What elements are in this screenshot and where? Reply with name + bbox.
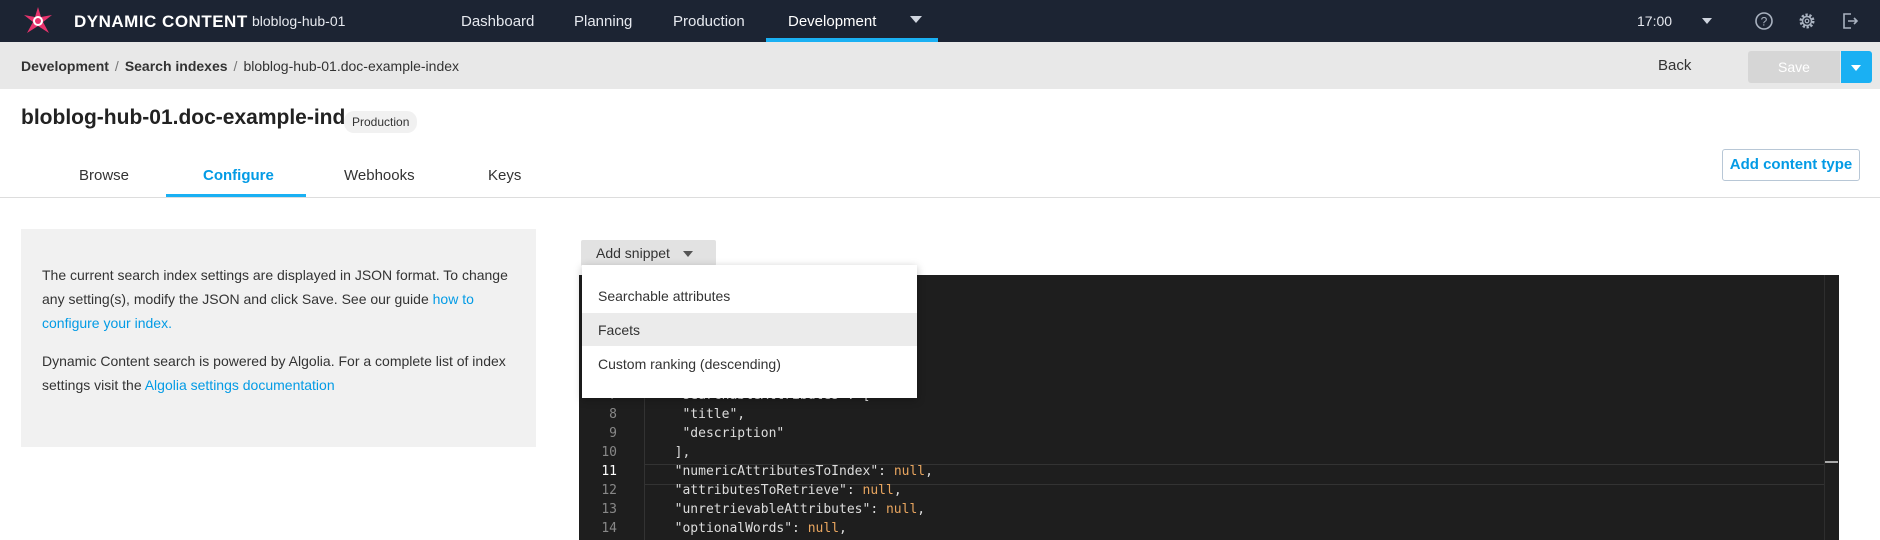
tab-keys[interactable]: Keys (488, 167, 521, 184)
line-number: 8 (609, 407, 617, 422)
code-line[interactable]: "optionalWords": null, (659, 521, 847, 536)
info-paragraph-json: The current search index settings are di… (42, 263, 512, 335)
tab-browse[interactable]: Browse (79, 167, 129, 184)
line-number: 11 (601, 464, 617, 479)
save-options-chevron-down-icon[interactable] (1841, 51, 1872, 83)
page-title: bloblog-hub-01.doc-example-index (21, 106, 369, 129)
nav-planning[interactable]: Planning (574, 13, 632, 30)
svg-text:?: ? (1761, 15, 1768, 29)
code-line[interactable]: "description" (659, 426, 784, 441)
time-chevron-down-icon[interactable] (1702, 18, 1712, 24)
breadcrumb-separator: / (114, 58, 119, 74)
code-line[interactable]: "unretrievableAttributes": null, (659, 502, 925, 517)
line-number: 14 (601, 521, 617, 536)
nav-dashboard[interactable]: Dashboard (461, 13, 534, 30)
line-number: 12 (601, 483, 617, 498)
save-button[interactable]: Save (1748, 51, 1840, 83)
breadcrumb-current: bloblog-hub-01.doc-example-index (243, 58, 460, 74)
nav-more-chevron-down-icon[interactable] (910, 16, 922, 23)
tab-bar: Browse Configure Webhooks Keys (0, 153, 1880, 198)
algolia-docs-link[interactable]: Algolia settings documentation (145, 377, 335, 393)
info-paragraph-algolia: Dynamic Content search is powered by Alg… (42, 349, 512, 397)
top-bar: DYNAMIC CONTENT bloblog-hub-01 Dashboard… (0, 0, 1880, 42)
help-icon[interactable]: ? (1754, 11, 1774, 31)
menu-item-label: Custom ranking (descending) (598, 356, 781, 372)
add-snippet-button[interactable]: Add snippet (581, 240, 716, 266)
dynamic-content-logo-icon[interactable] (22, 5, 54, 37)
breadcrumb-separator: / (233, 58, 238, 74)
tab-webhooks[interactable]: Webhooks (344, 167, 415, 184)
breadcrumb-search-indexes[interactable]: Search indexes (125, 58, 228, 74)
breadcrumb: Development / Search indexes / bloblog-hub-0… (21, 58, 459, 74)
info-panel: The current search index settings are di… (21, 229, 536, 447)
tab-configure[interactable]: Configure (166, 153, 306, 197)
snippet-dropdown-menu: Searchable attributes Facets Custom rank… (582, 265, 917, 398)
breadcrumb-development[interactable]: Development (21, 58, 109, 74)
editor-scrollbar-thumb[interactable] (1825, 461, 1838, 463)
settings-icon[interactable] (1797, 11, 1817, 31)
hub-name[interactable]: bloblog-hub-01 (252, 13, 345, 29)
line-number: 13 (601, 502, 617, 517)
code-line[interactable]: "attributesToRetrieve": null, (659, 483, 902, 498)
line-number: 9 (609, 426, 617, 441)
add-content-type-button[interactable]: Add content type (1722, 149, 1860, 181)
logout-icon[interactable] (1840, 11, 1860, 31)
nav-production[interactable]: Production (673, 13, 745, 30)
back-button[interactable]: Back (1658, 57, 1691, 74)
time-display[interactable]: 17:00 (1637, 13, 1672, 29)
add-snippet-label: Add snippet (596, 245, 670, 261)
nav-development-label: Development (788, 13, 877, 30)
tab-configure-label: Configure (203, 167, 274, 184)
breadcrumb-bar: Development / Search indexes / bloblog-hub-0… (0, 42, 1880, 89)
line-number: 10 (601, 445, 617, 460)
status-badge: Production (344, 111, 418, 133)
menu-item-facets[interactable]: Facets (582, 313, 917, 346)
brand-name: DYNAMIC CONTENT (74, 12, 248, 31)
menu-item-searchable-attributes[interactable]: Searchable attributes (582, 279, 917, 312)
editor-scrollbar[interactable] (1824, 275, 1839, 540)
menu-item-label: Searchable attributes (598, 288, 731, 304)
code-line[interactable]: "numericAttributesToIndex": null, (659, 464, 933, 479)
menu-item-label: Facets (598, 322, 641, 338)
code-line[interactable]: "title", (659, 407, 745, 422)
code-line[interactable]: ], (659, 445, 691, 460)
menu-item-custom-ranking[interactable]: Custom ranking (descending) (582, 347, 917, 380)
